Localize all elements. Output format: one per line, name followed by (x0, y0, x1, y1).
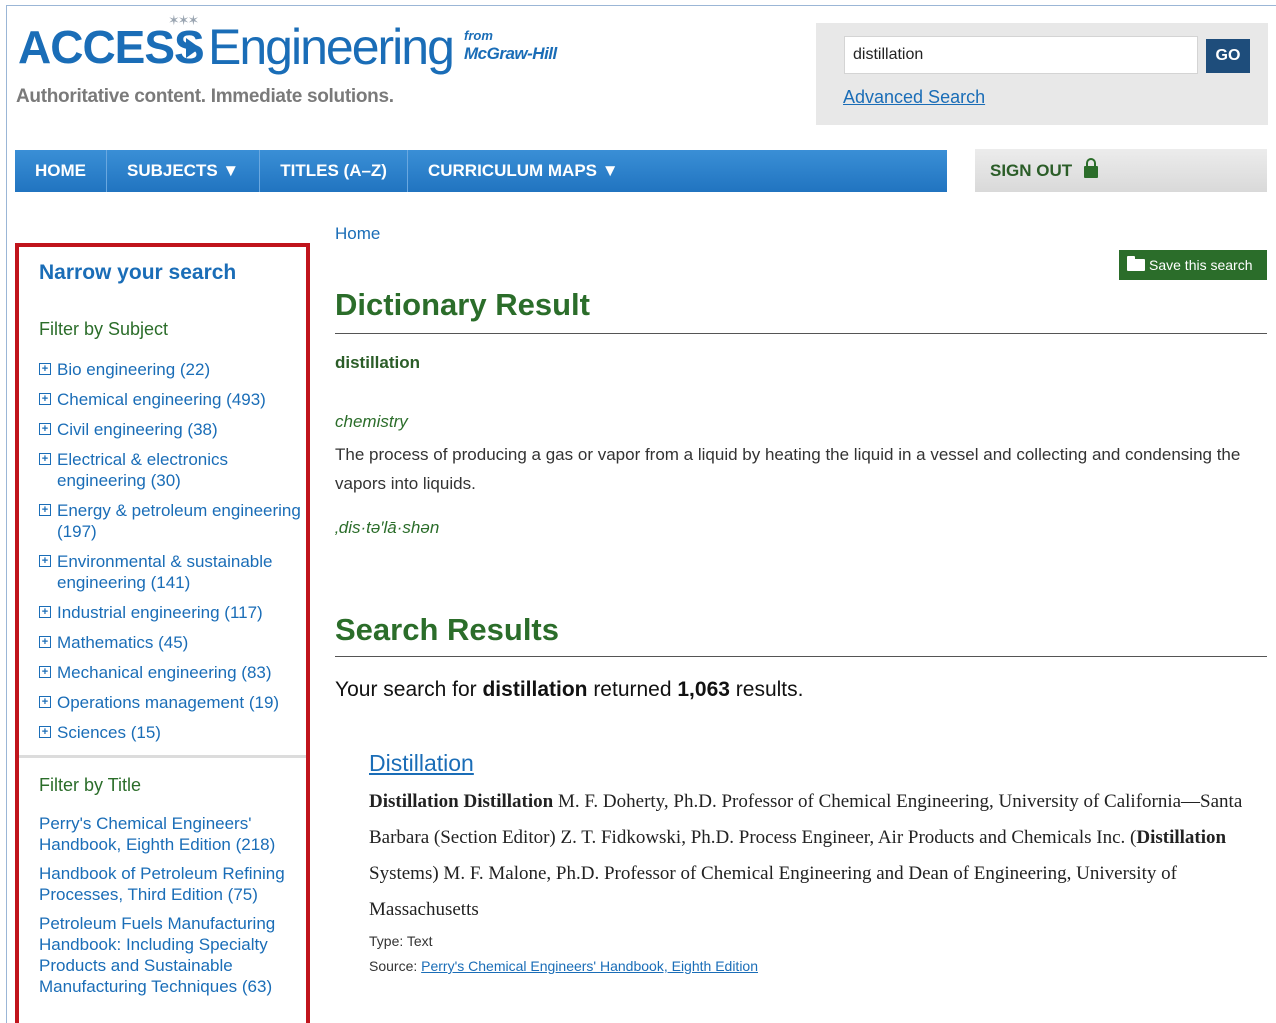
nav-home[interactable]: HOME (15, 150, 107, 192)
results-summary: Your search for distillation returned 1,… (335, 678, 803, 702)
dictionary-pronunciation: ‚dis·tə′lā·shən (335, 518, 440, 537)
folder-icon (1127, 256, 1145, 271)
source-link[interactable]: Perry's Chemical Engineers' Handbook, Ei… (421, 958, 758, 974)
subject-filter-item[interactable]: + Chemical engineering (493) (39, 389, 301, 410)
go-button[interactable]: GO (1206, 39, 1250, 73)
logo-access-text: ACCESS (18, 21, 205, 73)
subject-filter-label[interactable]: Chemical engineering (493) (57, 390, 266, 409)
nav-curriculum-maps[interactable]: CURRICULUM MAPS ▼ (408, 150, 639, 192)
subject-filter-item[interactable]: + Mechanical engineering (83) (39, 662, 301, 683)
expand-plus-icon[interactable]: + (39, 423, 51, 435)
expand-plus-icon[interactable]: + (39, 504, 51, 516)
snippet-text: Systems) M. F. Malone, Ph.D. Professor o… (369, 863, 1177, 920)
subject-filter-label[interactable]: Electrical & electronics engineering (30… (57, 450, 228, 490)
result-type: Type: Text (369, 933, 433, 949)
subject-filter-label[interactable]: Civil engineering (38) (57, 420, 218, 439)
subject-filter-item[interactable]: + Environmental & sustainable engineering… (39, 551, 301, 593)
expand-plus-icon[interactable]: + (39, 393, 51, 405)
title-filter-item[interactable]: Handbook of Petroleum Refining Processes… (39, 863, 301, 905)
type-label: Type: (369, 933, 407, 949)
filter-by-title-heading: Filter by Title (39, 775, 142, 795)
advanced-search-link[interactable]: Advanced Search (843, 87, 985, 108)
subject-filter-item[interactable]: + Electrical & electronics engineering (3… (39, 449, 301, 491)
dictionary-term: distillation (335, 353, 420, 372)
lock-icon (1084, 158, 1099, 178)
tagline: Authoritative content. Immediate solutio… (16, 86, 394, 107)
save-search-label: Save this search (1149, 257, 1253, 273)
subject-filter-label[interactable]: Operations management (19) (57, 693, 279, 712)
subject-filter-item[interactable]: + Operations management (19) (39, 692, 301, 713)
summary-count: 1,063 (677, 678, 730, 701)
nav-titles[interactable]: TITLES (A–Z) (260, 150, 408, 192)
logo-from-text: from (464, 28, 493, 43)
expand-plus-icon[interactable]: + (39, 555, 51, 567)
expand-plus-icon[interactable]: + (39, 636, 51, 648)
subject-filter-label[interactable]: Mathematics (45) (57, 633, 188, 652)
sign-out-button[interactable]: SIGN OUT (975, 149, 1267, 192)
subject-filter-label[interactable]: Environmental & sustainable engineering … (57, 552, 272, 592)
sidebar-divider (19, 755, 306, 758)
expand-plus-icon[interactable]: + (39, 666, 51, 678)
expand-plus-icon[interactable]: + (39, 606, 51, 618)
main-nav: HOME SUBJECTS ▼ TITLES (A–Z) CURRICULUM … (15, 150, 947, 192)
snippet-highlight: Distillation (1136, 827, 1227, 848)
subject-filter-item[interactable]: + Civil engineering (38) (39, 419, 301, 440)
filter-by-subject-heading: Filter by Subject (39, 319, 169, 339)
sidebar-title: Narrow your search (39, 261, 237, 284)
logo-publisher-text: McGraw-Hill (464, 44, 557, 63)
subject-filter-label[interactable]: Industrial engineering (117) (57, 603, 263, 622)
dictionary-result-heading: Dictionary Result (335, 287, 590, 322)
summary-suffix: results. (729, 678, 804, 701)
subject-filter-item[interactable]: + Bio engineering (22) (39, 359, 301, 380)
expand-plus-icon[interactable]: + (39, 363, 51, 375)
dictionary-definition: The process of producing a gas or vapor … (335, 445, 1241, 493)
title-filter-item[interactable]: Petroleum Fuels Manufacturing Handbook: … (39, 913, 301, 997)
subject-filter-item[interactable]: + Industrial engineering (117) (39, 602, 301, 623)
result-title-link[interactable]: Distillation (369, 750, 474, 777)
type-value: Text (406, 933, 433, 949)
subject-filter-item[interactable]: + Sciences (15) (39, 722, 301, 743)
result-snippet: Distillation Distillation M. F. Doherty,… (369, 784, 1249, 928)
breadcrumb-home[interactable]: Home (335, 224, 380, 244)
title-filter-item[interactable]: Perry's Chemical Engineers' Handbook, Ei… (39, 813, 301, 855)
site-logo[interactable]: ✶✶✶ ACCESS Engineering from McGraw-Hill (18, 12, 578, 82)
summary-query: distillation (482, 678, 588, 701)
expand-plus-icon[interactable]: + (39, 696, 51, 708)
source-label: Source: (369, 958, 422, 974)
subject-filter-label[interactable]: Energy & petroleum engineering (197) (57, 501, 301, 541)
logo-engineering-text: Engineering (208, 19, 455, 75)
subject-filter-item[interactable]: + Energy & petroleum engineering (197) (39, 500, 301, 542)
subject-filter-label[interactable]: Sciences (15) (57, 723, 161, 742)
nav-subjects[interactable]: SUBJECTS ▼ (107, 150, 261, 192)
search-panel: GO Advanced Search (816, 23, 1268, 125)
search-results-heading: Search Results (335, 612, 559, 647)
subject-filter-item[interactable]: + Mathematics (45) (39, 632, 301, 653)
title-filter-list: Perry's Chemical Engineers' Handbook, Ei… (39, 813, 301, 1005)
result-source: Source: Perry's Chemical Engineers' Hand… (369, 958, 758, 974)
save-search-button[interactable]: Save this search (1119, 250, 1267, 280)
subject-filter-label[interactable]: Mechanical engineering (83) (57, 663, 272, 682)
logo-arrow-icon (186, 38, 200, 58)
sign-out-label: SIGN OUT (990, 161, 1073, 180)
expand-plus-icon[interactable]: + (39, 726, 51, 738)
snippet-highlight: Distillation Distillation (369, 791, 554, 812)
heading-rule (335, 656, 1267, 657)
heading-rule (335, 333, 1267, 334)
subject-filter-list: + Bio engineering (22) + Chemical engineer… (39, 359, 301, 752)
summary-middle: returned (587, 678, 678, 701)
expand-plus-icon[interactable]: + (39, 453, 51, 465)
subject-filter-label[interactable]: Bio engineering (22) (57, 360, 210, 379)
summary-prefix: Your search for (335, 678, 483, 701)
dictionary-field: chemistry (335, 412, 408, 431)
search-input[interactable] (844, 36, 1198, 74)
narrow-search-sidebar: Narrow your search Filter by Subject + Bi… (15, 243, 310, 1023)
